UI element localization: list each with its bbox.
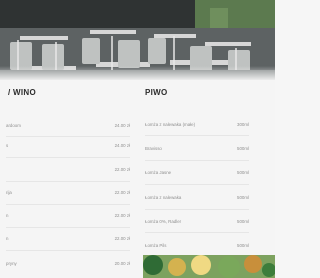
wine-item-price: 22.00 zł — [114, 236, 130, 241]
menu-section: / WINO PIWO ardoom 24.00 zł s 24.00 zł 2… — [0, 80, 275, 278]
wine-divider — [6, 250, 130, 251]
beer-divider — [145, 160, 249, 161]
beer-divider — [145, 184, 249, 185]
beer-divider — [145, 232, 249, 233]
beer-item-name: Łomża Jasne — [145, 170, 172, 175]
wine-item-name: pryny — [6, 261, 17, 266]
beer-item-name: Łomża z nalewaka (małe) — [145, 122, 196, 127]
wine-divider — [6, 227, 130, 228]
wine-item-name: n — [6, 213, 9, 218]
wine-item-price: 22.00 zł — [114, 167, 130, 172]
beer-item-name: Łomża 0%, Radler — [145, 219, 182, 224]
wine-item-name: ardoom — [6, 123, 21, 128]
beer-item-volume: 500ml — [237, 195, 249, 200]
beer-item-name: Łomża z nalewaka — [145, 195, 182, 200]
beer-item-name: Bravisso — [145, 146, 162, 151]
beer-item-volume: 300ml — [237, 122, 249, 127]
food-photo-drawing — [143, 255, 275, 278]
wine-item-price: 22.00 zł — [114, 213, 130, 218]
wine-divider — [6, 204, 130, 205]
menu-card: / WINO PIWO ardoom 24.00 zł s 24.00 zł 2… — [0, 0, 275, 278]
wine-item-name: rija — [6, 190, 12, 195]
terrace-photo — [0, 0, 275, 80]
photo-fade — [0, 66, 275, 80]
wine-divider — [6, 157, 130, 158]
wine-item-price: 24.00 zł — [114, 123, 130, 128]
wine-item-name: s — [6, 143, 9, 148]
wine-divider — [6, 181, 130, 182]
wine-item-price: 24.00 zł — [114, 143, 130, 148]
beer-item-volume: 500ml — [237, 243, 249, 248]
wine-item-price: 22.00 zł — [114, 190, 130, 195]
wine-item-name: n — [6, 236, 9, 241]
beer-divider — [145, 135, 249, 136]
food-photo — [143, 255, 275, 278]
beer-item-name: Łomża Pils — [145, 243, 167, 248]
wine-item-price: 20.00 zł — [114, 261, 130, 266]
wine-heading: / WINO — [8, 88, 37, 97]
beer-heading: PIWO — [145, 88, 168, 97]
beer-item-volume: 500ml — [237, 146, 249, 151]
beer-item-volume: 500ml — [237, 219, 249, 224]
beer-divider — [145, 209, 249, 210]
wine-divider — [6, 136, 130, 137]
beer-item-volume: 500ml — [237, 170, 249, 175]
